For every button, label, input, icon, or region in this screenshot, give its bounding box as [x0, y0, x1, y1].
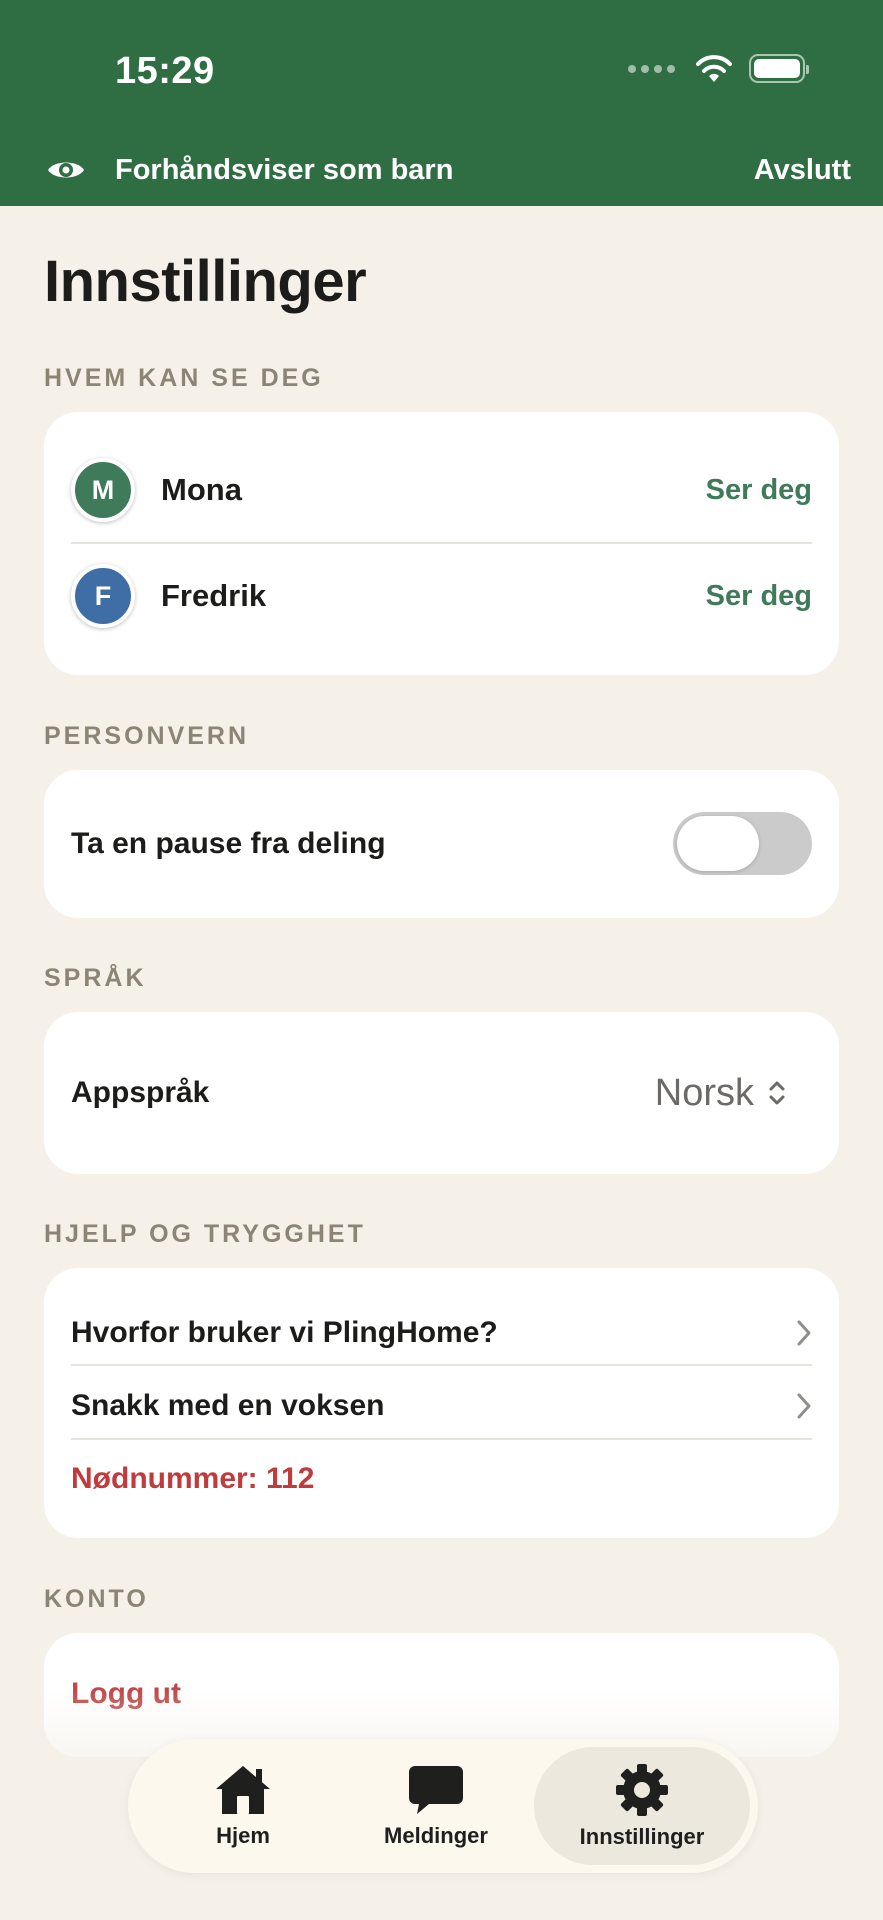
tab-settings[interactable]: Innstillinger — [534, 1747, 750, 1865]
section-label-language: SPRÅK — [44, 964, 147, 992]
tab-label: Hjem — [216, 1823, 270, 1848]
preview-banner: Forhåndsviser som barn Avslutt — [0, 148, 883, 192]
preview-mode-text: Forhåndsviser som barn — [115, 154, 454, 186]
divider — [71, 542, 812, 544]
language-select[interactable]: Norsk — [655, 1072, 786, 1115]
cellular-signal-icon — [628, 64, 675, 73]
emergency-number-link[interactable]: Nødnummer: 112 — [71, 1462, 314, 1496]
status-badge: Ser deg — [705, 579, 812, 612]
tab-label: Meldinger — [384, 1823, 488, 1848]
section-label-help: HJELP OG TRYGGHET — [44, 1220, 366, 1248]
eye-icon — [46, 152, 86, 188]
wifi-icon — [696, 54, 732, 82]
list-item[interactable]: M Mona Ser deg — [71, 458, 812, 522]
list-item[interactable]: F Fredrik Ser deg — [71, 564, 812, 628]
status-badge: Ser deg — [705, 473, 812, 506]
tab-home[interactable]: Hjem — [158, 1747, 328, 1865]
person-name: Mona — [161, 472, 242, 507]
tab-messages[interactable]: Meldinger — [350, 1747, 522, 1865]
chevron-up-down-icon — [769, 1081, 785, 1105]
language-card: Appspråk Norsk — [44, 1012, 839, 1174]
chat-bubble-icon — [409, 1766, 463, 1814]
section-label-who-sees-you: HVEM KAN SE DEG — [44, 364, 324, 392]
section-label-privacy: PERSONVERN — [44, 722, 250, 750]
house-icon — [216, 1766, 270, 1814]
pause-sharing-row: Ta en pause fra deling — [71, 812, 812, 875]
pause-sharing-label: Ta en pause fra deling — [71, 826, 386, 860]
privacy-card: Ta en pause fra deling — [44, 770, 839, 918]
page-title: Innstillinger — [44, 249, 367, 314]
emergency-number-row[interactable]: Nødnummer: 112 — [71, 1452, 812, 1506]
avatar: F — [71, 564, 135, 628]
tab-bar: Hjem Meldinger Innstillinger — [128, 1739, 758, 1873]
person-name: Fredrik — [161, 578, 267, 613]
help-item-label: Hvorfor bruker vi PlingHome? — [71, 1316, 498, 1349]
status-time: 15:29 — [115, 50, 215, 92]
toggle-knob — [677, 816, 759, 871]
status-icons — [628, 54, 809, 83]
chevron-right-icon — [797, 1393, 811, 1419]
battery-icon — [749, 54, 809, 83]
app-language-label: Appspråk — [71, 1076, 210, 1109]
who-sees-you-card: M Mona Ser deg F Fredrik Ser deg — [44, 412, 839, 675]
avatar: M — [71, 458, 135, 522]
language-select-value: Norsk — [654, 1071, 754, 1114]
gear-icon — [616, 1764, 668, 1816]
help-item-why-plinghome[interactable]: Hvorfor bruker vi PlingHome? — [71, 1306, 812, 1360]
divider — [71, 1364, 812, 1366]
tab-label: Innstillinger — [579, 1824, 705, 1849]
exit-preview-button[interactable]: Avslutt — [754, 154, 851, 187]
help-card: Hvorfor bruker vi PlingHome? Snakk med e… — [44, 1268, 839, 1538]
pause-sharing-toggle[interactable] — [673, 812, 812, 875]
help-item-talk-to-adult[interactable]: Snakk med en voksen — [71, 1379, 812, 1433]
app-language-row: Appspråk Norsk — [71, 1063, 812, 1123]
chevron-right-icon — [797, 1320, 811, 1346]
section-label-account: KONTO — [44, 1585, 149, 1613]
divider — [71, 1438, 812, 1440]
help-item-label: Snakk med en voksen — [71, 1389, 385, 1422]
app-header: 15:29 Forhåndsviser som barn Avslutt — [0, 0, 883, 206]
